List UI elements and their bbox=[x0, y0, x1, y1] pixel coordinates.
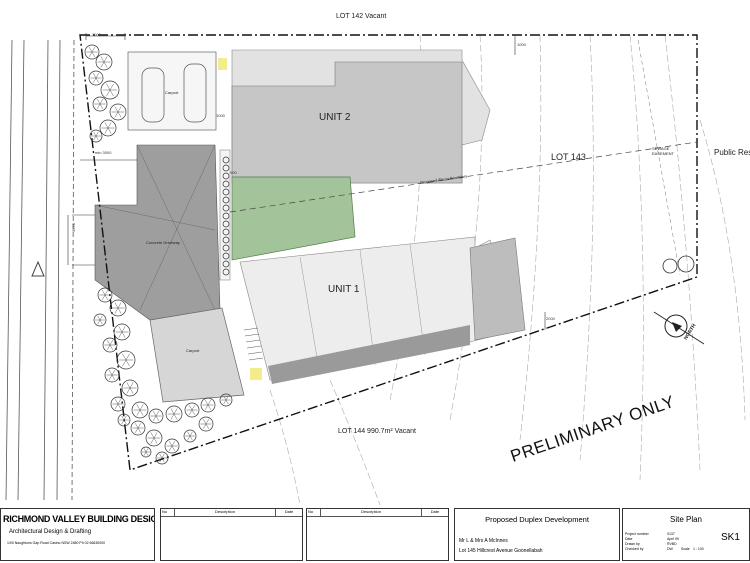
carport-top-label: Carport bbox=[165, 90, 179, 95]
pad-bottom bbox=[250, 368, 262, 380]
dim-2000: 2000 bbox=[546, 316, 555, 321]
rev-col-date-2: Date bbox=[430, 509, 440, 514]
sewer-manhole bbox=[677, 255, 695, 273]
lot-142-label: LOT 142 Vacant bbox=[336, 13, 387, 20]
lot-144-label: LOT 144 990.7m² Vacant bbox=[338, 428, 416, 435]
road-lines bbox=[5, 39, 75, 501]
rev-col-desc-2: Description bbox=[321, 509, 422, 516]
carport-bottom-label: Carport bbox=[186, 348, 200, 353]
rev-col-date: Date bbox=[284, 509, 294, 514]
dim-900: 900 bbox=[230, 170, 237, 175]
project-title: Proposed Duplex Development bbox=[485, 515, 589, 524]
meta-checked-by-value: DW bbox=[667, 547, 673, 551]
dim-top-left: 1000 bbox=[92, 32, 101, 37]
rev-col-desc: Description bbox=[175, 509, 276, 516]
sheet-panel: Site Plan Project number 0137 Date April 0… bbox=[622, 508, 750, 561]
public-reserve-label: Public Rese bbox=[714, 148, 750, 157]
unit-2-label: UNIT 2 bbox=[319, 112, 351, 123]
unit-1-label: UNIT 1 bbox=[328, 284, 360, 295]
concrete-driveway-label: Concrete Driveway bbox=[146, 240, 180, 245]
dim-3578: 3578 bbox=[71, 223, 76, 232]
project-panel: Proposed Duplex Development Mr L & Mrs A… bbox=[454, 508, 620, 561]
company-panel: RICHMOND VALLEY BUILDING DESIGN Architec… bbox=[0, 508, 155, 561]
project-location: Lot 145 Hillcrest Avenue Goonellabah bbox=[459, 548, 543, 554]
dim-1000: 1000 bbox=[216, 113, 225, 118]
rev-col-no-2: No bbox=[307, 509, 321, 516]
dim-min-3000: min 3000 bbox=[95, 150, 112, 155]
sewage-easement-line bbox=[637, 39, 681, 276]
rev-col-no: No bbox=[161, 509, 175, 516]
meta-scale-label: Scale bbox=[681, 547, 690, 551]
company-name: RICHMOND VALLEY BUILDING DESIGN bbox=[3, 514, 154, 524]
private-open-space bbox=[231, 176, 356, 261]
sewage-easement-label: SEWAGE EASEMENT bbox=[652, 146, 675, 156]
sheet-number: SK1 bbox=[721, 532, 740, 543]
unit-1-garage-roof bbox=[469, 237, 526, 341]
lot-143-label: LOT 143 bbox=[551, 152, 586, 162]
carport-bottom bbox=[149, 307, 245, 403]
concrete-driveway bbox=[94, 144, 221, 321]
revision-table-left: No Description Date bbox=[160, 508, 303, 561]
company-address: 1/00 Naughtons Gap Road Casino NSW 2480 … bbox=[7, 541, 106, 545]
site-plan-drawing bbox=[5, 33, 746, 506]
pad-top bbox=[218, 58, 227, 70]
dim-top-right: 1000 bbox=[517, 42, 526, 47]
sheet-title: Site Plan bbox=[669, 515, 703, 524]
tree-corner bbox=[662, 258, 678, 274]
company-tagline: Architectural Design & Drafting bbox=[9, 529, 92, 535]
revision-table-right: No Description Date bbox=[306, 508, 449, 561]
meta-scale-value: 1 : 100 bbox=[693, 547, 704, 551]
client-name: Mr L & Mrs A McInnes bbox=[459, 538, 508, 544]
road-marker-triangle bbox=[31, 260, 45, 277]
meta-checked-by-label: Checked by bbox=[625, 547, 644, 551]
north-arrow bbox=[653, 311, 705, 345]
